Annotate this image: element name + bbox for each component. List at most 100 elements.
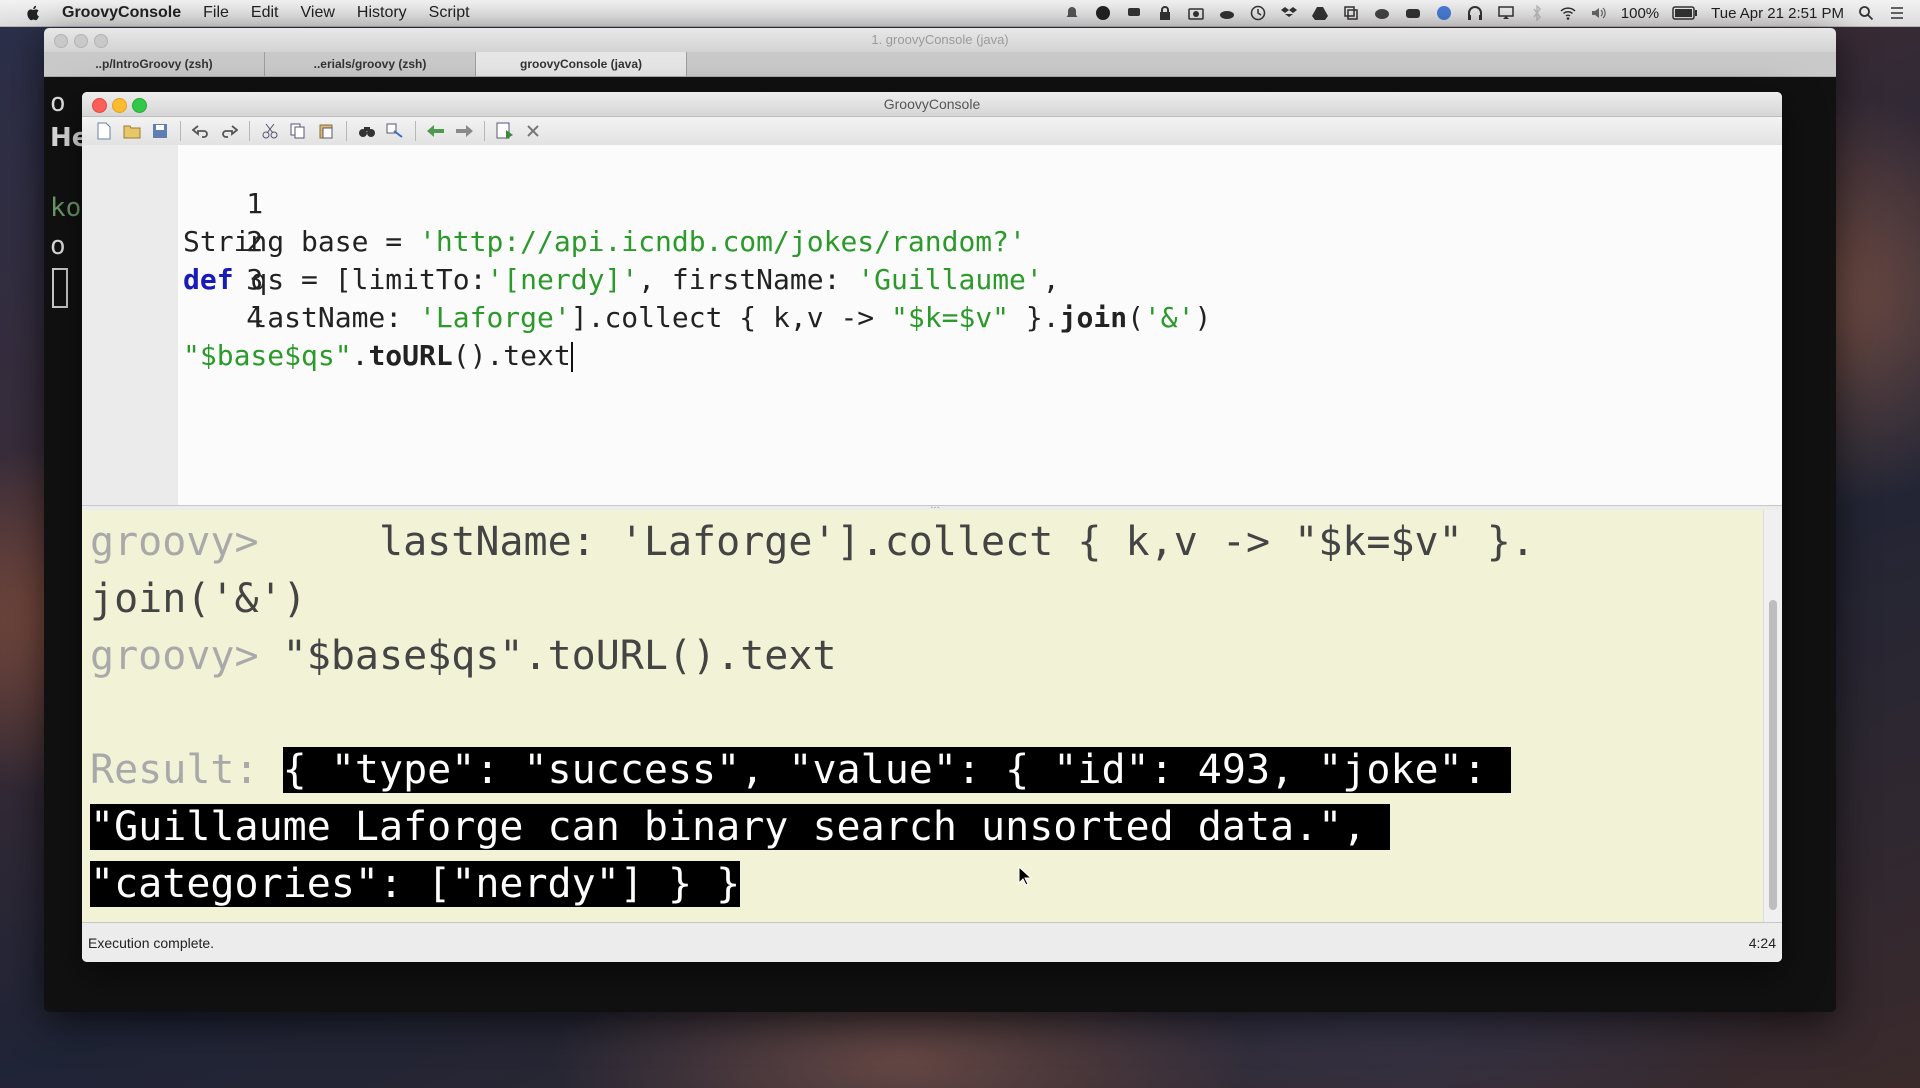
headphones-icon[interactable] — [1466, 5, 1484, 21]
status-area: 100% Tue Apr 21 2:51 PM — [1063, 0, 1906, 26]
terminal-zoom-button[interactable] — [94, 34, 108, 48]
copy-icon[interactable] — [1342, 5, 1360, 21]
result-line: "categories": ["nerdy"] } } — [90, 856, 741, 913]
toolbar-separator — [484, 121, 485, 141]
minimize-button[interactable] — [112, 98, 127, 113]
paste-icon[interactable] — [312, 120, 340, 142]
zoom-button[interactable] — [132, 98, 147, 113]
bluetooth-icon[interactable] — [1528, 5, 1546, 21]
find-icon[interactable] — [353, 120, 381, 142]
output-line: groovy> "$base$qs".toURL().text — [90, 633, 837, 679]
history-prev-icon[interactable] — [422, 120, 450, 142]
notification-center-icon[interactable] — [1888, 5, 1906, 21]
groovy-console-window: GroovyConsole 1 String base = 'http://ap… — [82, 92, 1782, 962]
toolbar-separator — [346, 121, 347, 141]
display-icon[interactable] — [1497, 5, 1515, 21]
status-message: Execution complete. — [88, 935, 215, 951]
output-line: join('&') — [90, 576, 307, 622]
dropbox-icon[interactable] — [1280, 5, 1298, 21]
wifi-icon[interactable] — [1559, 5, 1577, 21]
result-line: "Guillaume Laforge can binary search uns… — [90, 799, 1391, 856]
save-icon[interactable] — [146, 120, 174, 142]
camera-icon[interactable] — [1187, 5, 1205, 21]
redo-icon[interactable] — [215, 120, 243, 142]
clock-datetime[interactable]: Tue Apr 21 2:51 PM — [1711, 5, 1844, 22]
status-bar: Execution complete. 4:24 — [82, 922, 1782, 962]
spotlight-search-icon[interactable] — [1857, 5, 1875, 21]
terminal-cursor — [52, 268, 68, 308]
close-button[interactable] — [92, 98, 107, 113]
result-text[interactable]: "Guillaume Laforge can binary search uns… — [90, 804, 1391, 850]
undo-icon[interactable] — [187, 120, 215, 142]
split-pane-divider[interactable]: … — [930, 501, 940, 511]
output-prompt: groovy> — [90, 633, 259, 679]
result-text[interactable]: "categories": ["nerdy"] } } — [90, 861, 741, 907]
output-prompt: groovy> — [90, 519, 259, 565]
battery-icon[interactable] — [1672, 5, 1698, 21]
terminal-line: o — [50, 88, 66, 118]
chat-icon[interactable] — [1125, 5, 1143, 21]
gc-titlebar[interactable]: GroovyConsole — [82, 92, 1782, 117]
volume-icon[interactable] — [1590, 5, 1608, 21]
output-pane[interactable]: groovy> lastName: 'Laforge'].collect { k… — [82, 510, 1764, 922]
terminal-minimize-button[interactable] — [74, 34, 88, 48]
line-number: 4 — [246, 301, 264, 334]
terminal-tab-groovy[interactable]: ..erials/groovy (zsh) — [265, 52, 476, 76]
menu-edit[interactable]: Edit — [251, 4, 279, 22]
code-text: String base = 'http://api.icndb.com/joke… — [183, 225, 1026, 258]
menu-history[interactable]: History — [357, 4, 407, 22]
run-icon[interactable] — [491, 120, 519, 142]
toolbar-separator — [415, 121, 416, 141]
gc-toolbar — [82, 117, 1782, 146]
output-line: groovy> lastName: 'Laforge'].collect { k… — [90, 519, 1535, 565]
cut-icon[interactable] — [256, 120, 284, 142]
drive-icon[interactable] — [1311, 5, 1329, 21]
terminal-tab-introgroovy[interactable]: ..p/IntroGroovy (zsh) — [44, 52, 265, 76]
output-scroll-thumb[interactable] — [1769, 600, 1777, 910]
code-line: 4 "$base$qs".toURL().text — [82, 261, 573, 372]
menu-bar: GroovyConsole File Edit View History Scr… — [0, 0, 1920, 27]
terminal-line: ko — [50, 193, 82, 223]
terminal-line: o — [50, 231, 66, 261]
output-scrollbar[interactable] — [1763, 510, 1782, 922]
battery-percent: 100% — [1620, 4, 1660, 22]
interrupt-icon[interactable] — [519, 120, 547, 142]
terminal-titlebar[interactable]: 1. groovyConsole (java) — [44, 28, 1836, 52]
evernote-icon[interactable] — [1094, 5, 1112, 21]
code-line: 1 String base = 'http://api.icndb.com/jo… — [82, 147, 1026, 258]
gc-title: GroovyConsole — [883, 96, 981, 112]
globe-icon[interactable] — [1435, 5, 1453, 21]
code-text: "$base$qs".toURL().text — [183, 339, 573, 372]
open-icon[interactable] — [118, 120, 146, 142]
toolbar-separator — [249, 121, 250, 141]
text-caret — [570, 342, 573, 372]
script-editor[interactable]: 1 String base = 'http://api.icndb.com/jo… — [82, 145, 1782, 506]
menu-view[interactable]: View — [301, 4, 335, 22]
history-next-icon[interactable] — [450, 120, 478, 142]
mouse-pointer-icon — [1018, 866, 1032, 886]
result-label: Result: — [90, 747, 283, 793]
copy-icon[interactable] — [284, 120, 312, 142]
menu-script[interactable]: Script — [429, 4, 470, 22]
result-line: Result: { "type": "success", "value": { … — [90, 742, 1511, 799]
code-text: def qs = [limitTo:'[nerdy]', firstName: … — [183, 263, 1060, 296]
code-text: lastName: 'Laforge'].collect { k,v -> "$… — [183, 301, 1212, 334]
terminal-close-button[interactable] — [54, 34, 68, 48]
new-file-icon[interactable] — [90, 120, 118, 142]
code-line: 2 def qs = [limitTo:'[nerdy]', firstName… — [82, 185, 1060, 296]
cloud-sync-icon[interactable] — [1373, 5, 1391, 21]
clock-icon[interactable] — [1249, 5, 1267, 21]
menu-app-name[interactable]: GroovyConsole — [62, 4, 181, 22]
notification-icon[interactable] — [1063, 5, 1081, 21]
code-line: 3 lastName: 'Laforge'].collect { k,v -> … — [82, 223, 1211, 334]
cloud-icon[interactable] — [1218, 5, 1236, 21]
replace-icon[interactable] — [381, 120, 409, 142]
terminal-title: 1. groovyConsole (java) — [871, 32, 1009, 47]
game-icon[interactable] — [1404, 5, 1422, 21]
result-text[interactable]: { "type": "success", "value": { "id": 49… — [282, 747, 1511, 793]
menu-file[interactable]: File — [203, 4, 229, 22]
toolbar-separator — [180, 121, 181, 141]
apple-menu-icon[interactable] — [24, 4, 42, 22]
lock-icon[interactable] — [1156, 5, 1174, 21]
terminal-tab-groovyconsole[interactable]: groovyConsole (java) — [476, 52, 687, 76]
